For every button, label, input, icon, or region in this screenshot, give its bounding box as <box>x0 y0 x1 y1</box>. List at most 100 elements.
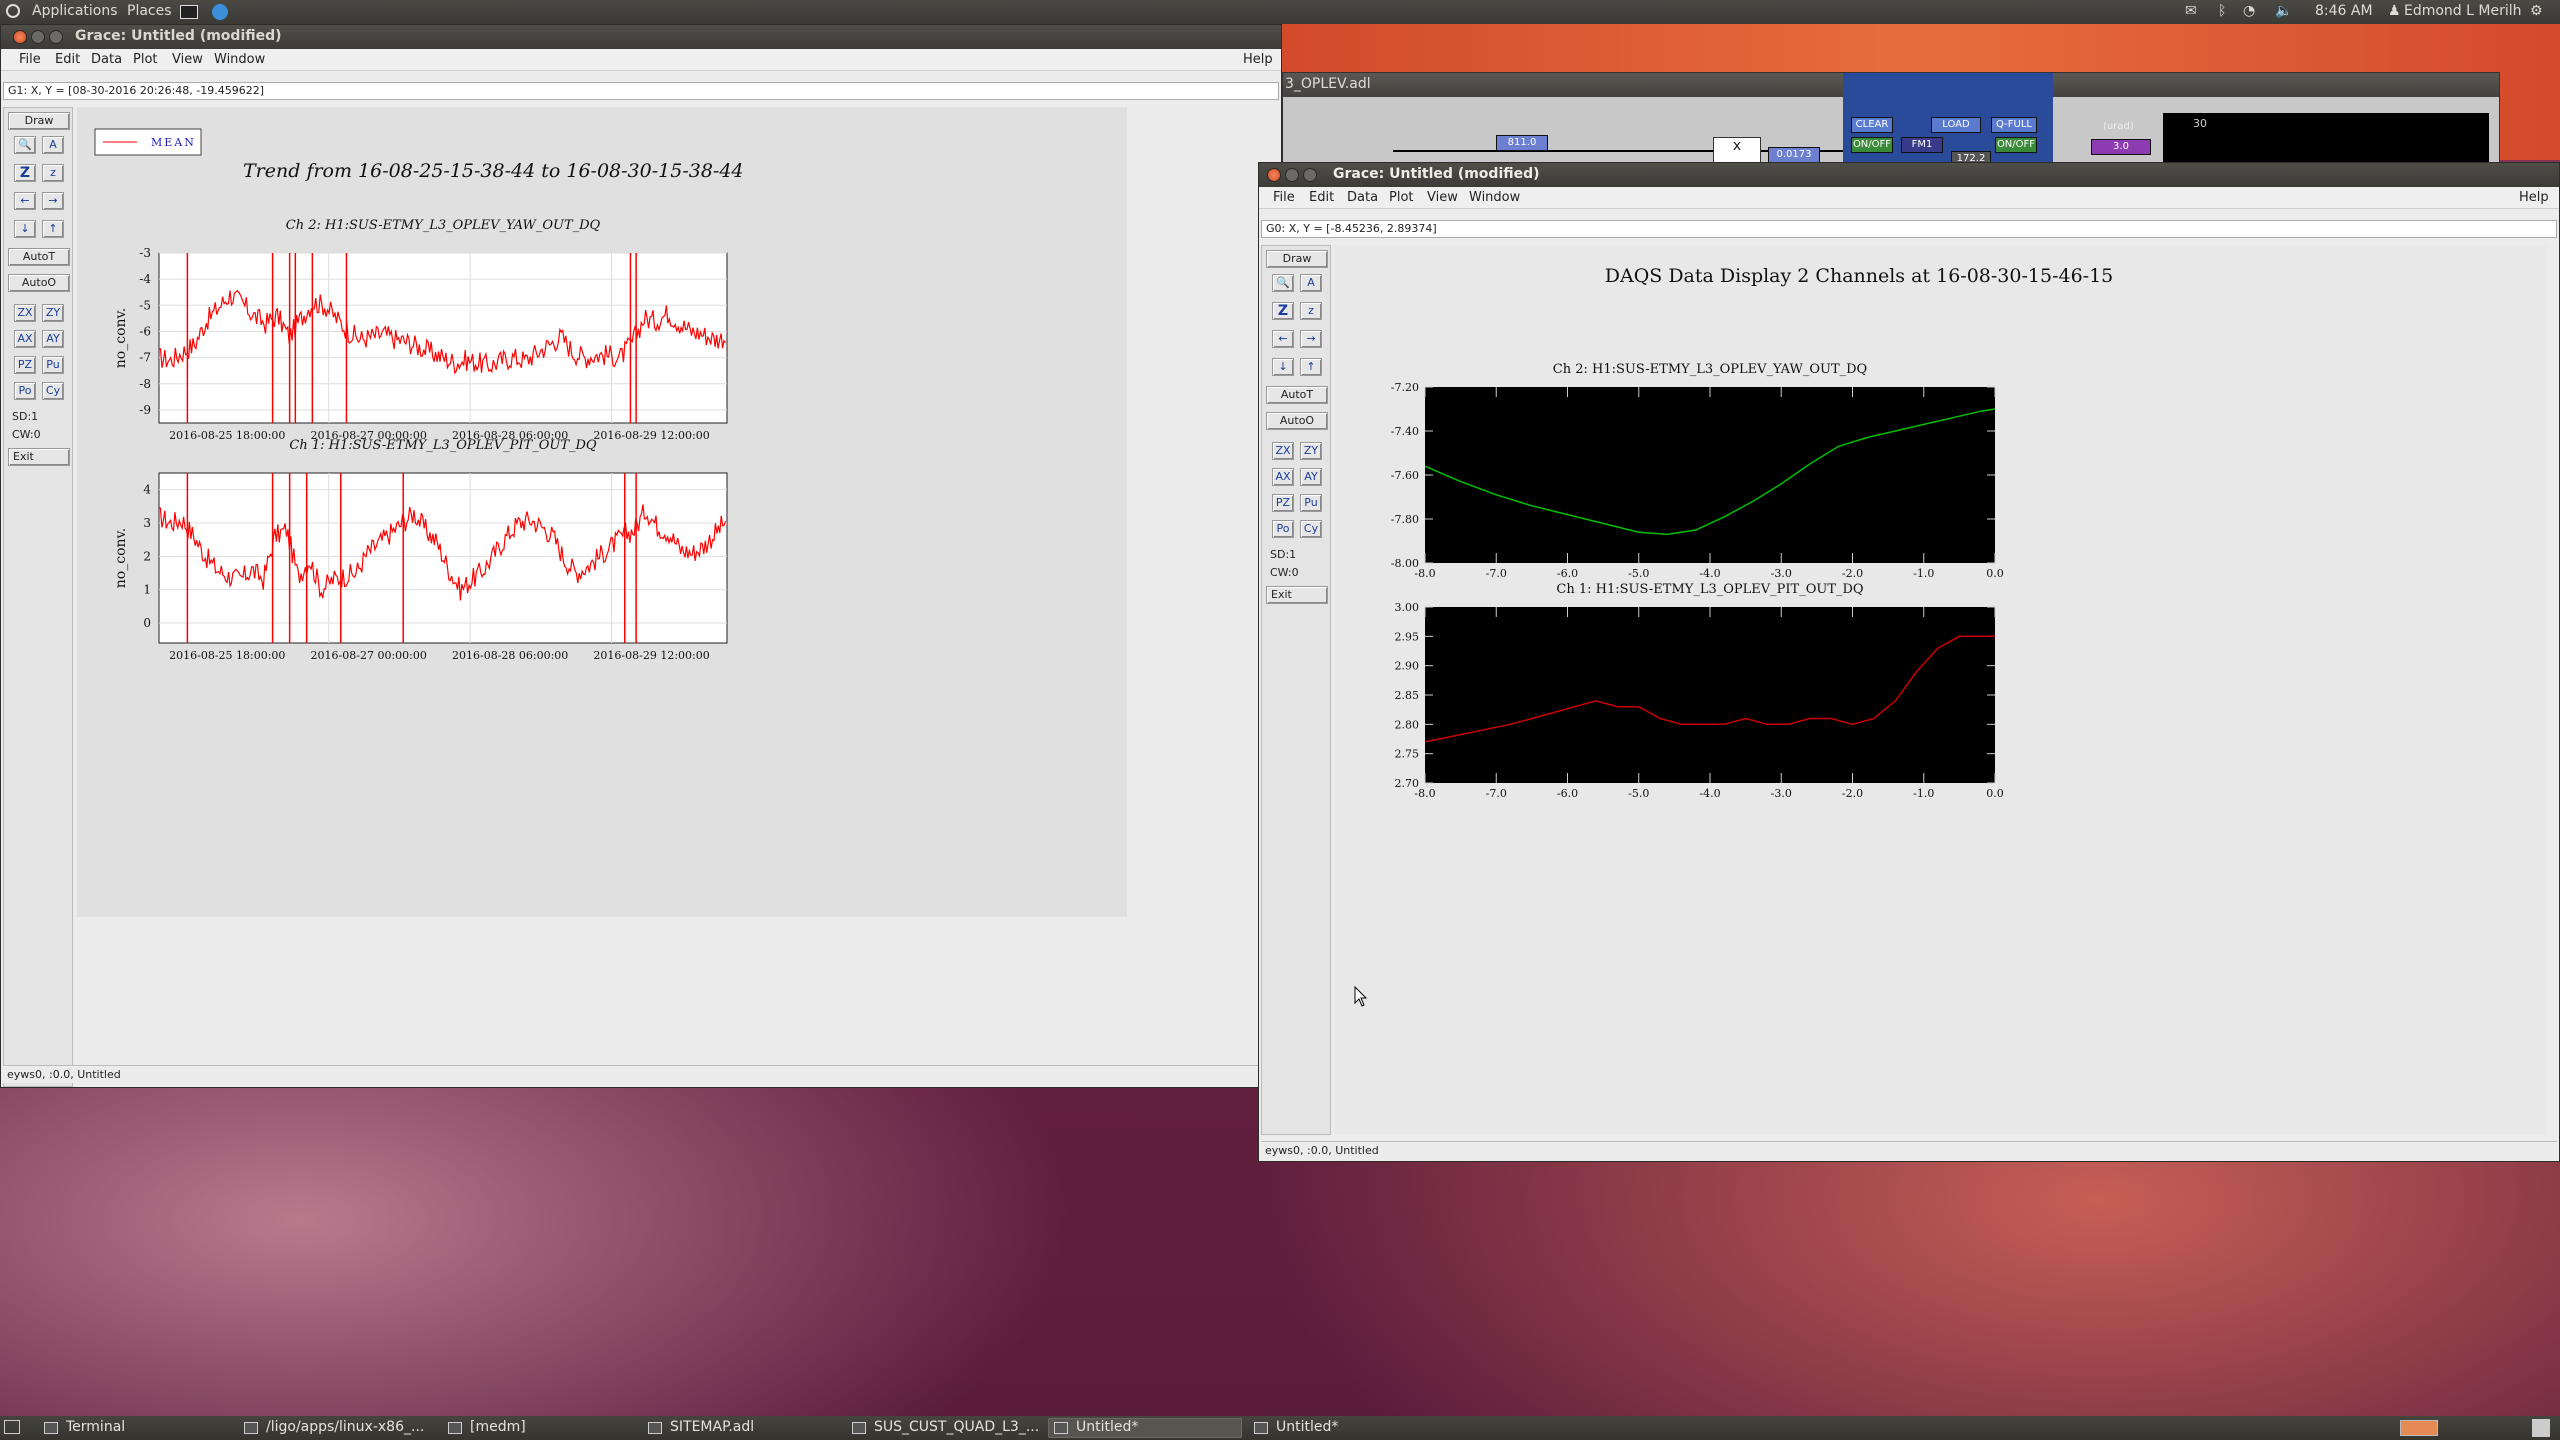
scroll-down-icon[interactable]: ↓ <box>1272 358 1294 376</box>
daqs-chart-svg[interactable]: DAQS Data Display 2 Channels at 16-08-30… <box>1335 245 2547 1135</box>
menu-plot[interactable]: Plot <box>133 52 158 67</box>
y-tick-label: 2.80 <box>1395 718 1420 731</box>
exit-button[interactable]: Exit <box>1266 586 1328 604</box>
task-sitemap[interactable]: SITEMAP.adl <box>642 1418 842 1438</box>
zx-button[interactable]: ZX <box>14 304 36 322</box>
show-desktop-icon[interactable] <box>4 1420 20 1434</box>
pz-button[interactable]: PZ <box>1272 494 1294 512</box>
terminal-icon <box>44 1422 58 1434</box>
pz-button[interactable]: PZ <box>14 356 36 374</box>
ay-button[interactable]: AY <box>1300 468 1322 486</box>
clock[interactable]: 8:46 AM <box>2315 3 2373 19</box>
menu-file[interactable]: File <box>19 52 41 67</box>
gear-icon[interactable]: ⚙ <box>2530 3 2543 19</box>
task-untitled-2[interactable]: Untitled* <box>1248 1418 1448 1438</box>
zy-button[interactable]: ZY <box>42 304 64 322</box>
medm-load-button[interactable]: LOAD <box>1931 117 1981 133</box>
volume-icon[interactable]: 🔈 <box>2275 3 2292 19</box>
medm-fm1-button[interactable]: FM1 <box>1901 137 1943 153</box>
autot-button[interactable]: AutoT <box>1266 386 1328 404</box>
autoscale-icon[interactable]: A <box>42 136 64 154</box>
menu-help[interactable]: Help <box>2519 190 2549 205</box>
scroll-up-icon[interactable]: ↑ <box>1300 358 1322 376</box>
zoom-in-icon[interactable]: Z <box>14 164 36 182</box>
autot-button[interactable]: AutoT <box>8 248 70 266</box>
menu-data[interactable]: Data <box>1347 190 1378 205</box>
medm-clear-button[interactable]: CLEAR <box>1851 117 1893 133</box>
zoom-in-icon[interactable]: Z <box>1272 302 1294 320</box>
menu-help[interactable]: Help <box>1243 52 1273 67</box>
trend-chart-svg[interactable]: MEAN Trend from 16-08-25-15-38-44 to 16-… <box>77 107 1127 917</box>
grace-window-daqs: Grace: Untitled (modified) File Edit Dat… <box>1258 162 2560 1162</box>
menu-edit[interactable]: Edit <box>55 52 80 67</box>
menu-edit[interactable]: Edit <box>1309 190 1334 205</box>
task-sus-cust-quad[interactable]: SUS_CUST_QUAD_L3_... <box>846 1418 1046 1438</box>
zoom-icon[interactable]: 🔍 <box>14 136 36 154</box>
window1-close-icon[interactable] <box>13 30 27 44</box>
po-button[interactable]: Po <box>1272 520 1294 538</box>
menu-file[interactable]: File <box>1273 190 1295 205</box>
window2-close-icon[interactable] <box>1267 168 1281 182</box>
ax-button[interactable]: AX <box>1272 468 1294 486</box>
task-terminal[interactable]: Terminal <box>38 1418 228 1438</box>
autoo-button[interactable]: AutoO <box>1266 412 1328 430</box>
window2-titlebar: Grace: Untitled (modified) <box>1259 163 2559 187</box>
network-icon[interactable]: ◔ <box>2243 3 2255 19</box>
po-button[interactable]: Po <box>14 382 36 400</box>
applications-menu[interactable]: Applications <box>32 3 118 19</box>
window1-minimize-icon[interactable] <box>31 30 45 44</box>
browser-launcher-icon[interactable] <box>212 4 228 20</box>
places-menu[interactable]: Places <box>127 3 172 19</box>
menu-plot[interactable]: Plot <box>1389 190 1414 205</box>
medm-onoff-button-2[interactable]: ON/OFF <box>1995 137 2037 153</box>
autoscale-icon[interactable]: A <box>1300 274 1322 292</box>
y-tick-label: -8.00 <box>1391 557 1419 570</box>
zoom-out-icon[interactable]: z <box>1300 302 1322 320</box>
cy-button[interactable]: Cy <box>1300 520 1322 538</box>
scroll-right-icon[interactable]: → <box>42 192 64 210</box>
window2-maximize-icon[interactable] <box>1303 168 1317 182</box>
workspace-switcher[interactable] <box>2400 1420 2438 1436</box>
zoom-icon[interactable]: 🔍 <box>1272 274 1294 292</box>
scroll-down-icon[interactable]: ↓ <box>14 220 36 238</box>
user-name[interactable]: Edmond L Merilh <box>2404 3 2522 19</box>
ubuntu-logo-icon[interactable] <box>6 4 20 18</box>
menu-data[interactable]: Data <box>91 52 122 67</box>
window1-titlebar: Grace: Untitled (modified) <box>1 25 1281 49</box>
medm-qfull-button[interactable]: Q-FULL <box>1991 117 2037 133</box>
medm-onoff-button-1[interactable]: ON/OFF <box>1851 137 1893 153</box>
ay-button[interactable]: AY <box>42 330 64 348</box>
y-tick-label: 4 <box>143 483 151 497</box>
pu-button[interactable]: Pu <box>1300 494 1322 512</box>
exit-button[interactable]: Exit <box>8 448 70 466</box>
ax-button[interactable]: AX <box>14 330 36 348</box>
zx-button[interactable]: ZX <box>1272 442 1294 460</box>
draw-button[interactable]: Draw <box>1266 250 1328 268</box>
terminal-launcher-icon[interactable] <box>180 5 198 19</box>
scroll-left-icon[interactable]: ← <box>1272 330 1294 348</box>
menu-view[interactable]: View <box>172 52 203 67</box>
scroll-up-icon[interactable]: ↑ <box>42 220 64 238</box>
y-tick-label: -3 <box>139 246 151 260</box>
trash-icon[interactable] <box>2532 1419 2550 1437</box>
autoo-button[interactable]: AutoO <box>8 274 70 292</box>
window1-maximize-icon[interactable] <box>49 30 63 44</box>
task-ligo-apps[interactable]: /ligo/apps/linux-x86_... <box>238 1418 438 1438</box>
zoom-out-icon[interactable]: z <box>42 164 64 182</box>
bluetooth-icon[interactable]: ᛒ <box>2218 3 2226 19</box>
pu-button[interactable]: Pu <box>42 356 64 374</box>
cy-button[interactable]: Cy <box>42 382 64 400</box>
menu-window[interactable]: Window <box>1469 190 1520 205</box>
draw-button[interactable]: Draw <box>8 112 70 130</box>
plot-background <box>1425 607 1995 783</box>
task-untitled-1[interactable]: Untitled* <box>1048 1418 1242 1438</box>
task-medm[interactable]: [medm] <box>442 1418 642 1438</box>
mail-icon[interactable]: ✉ <box>2185 3 2197 19</box>
scroll-right-icon[interactable]: → <box>1300 330 1322 348</box>
scroll-left-icon[interactable]: ← <box>14 192 36 210</box>
window2-minimize-icon[interactable] <box>1285 168 1299 182</box>
menu-view[interactable]: View <box>1427 190 1458 205</box>
zy-button[interactable]: ZY <box>1300 442 1322 460</box>
menu-window[interactable]: Window <box>214 52 265 67</box>
x-tick-label: 2016-08-28 06:00:00 <box>452 649 568 662</box>
